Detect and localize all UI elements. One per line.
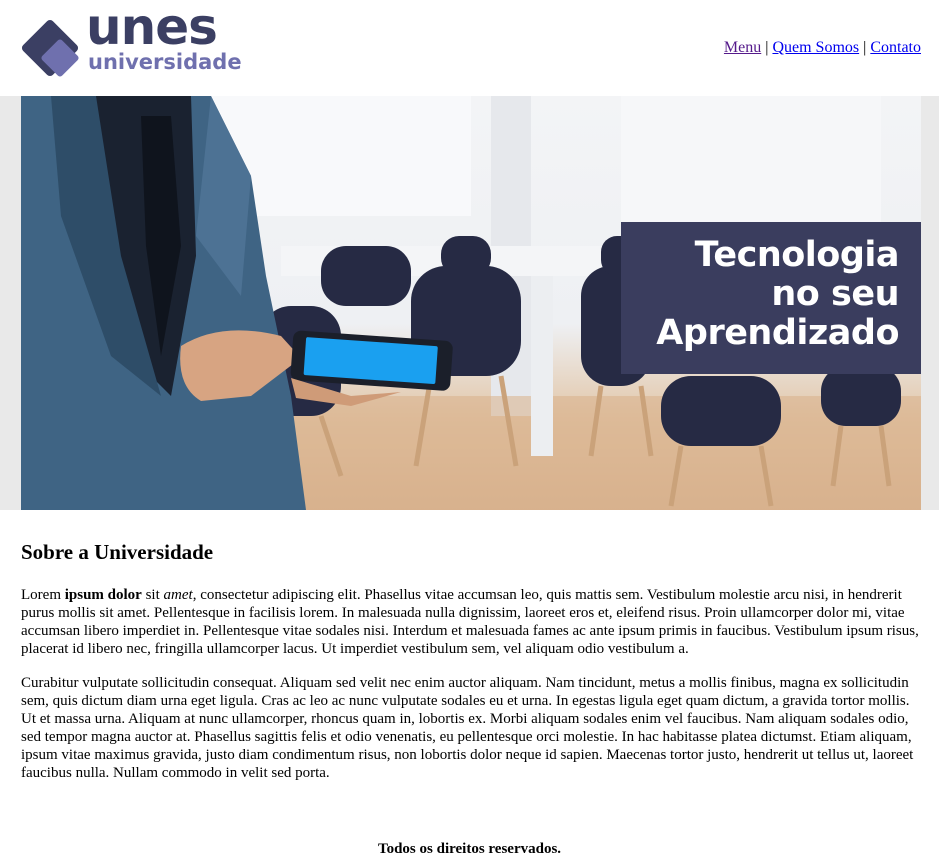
nav-link-menu[interactable]: Menu (724, 39, 761, 56)
bold-text: ipsum dolor (64, 587, 142, 603)
text-run: sit (141, 587, 164, 603)
paragraph-2: Curabitur vulputate sollicitudin consequ… (21, 675, 914, 781)
hero-banner: Tecnologia no seu Aprendizado (621, 222, 921, 374)
main-content: Sobre a Universidade Lorem ipsum dolor s… (21, 538, 919, 798)
logo-word-universidade: universidade (88, 50, 242, 74)
banner-line: no seu (771, 274, 899, 314)
banner-line: Tecnologia (694, 235, 900, 275)
site-footer: Todos os direitos reservados. (377, 841, 562, 857)
top-nav: Menu | Quem Somos | Contato (724, 39, 921, 57)
nav-link-quem-somos[interactable]: Quem Somos (772, 39, 859, 56)
hero-section: Tecnologia no seu Aprendizado (0, 96, 939, 510)
hero-image: Tecnologia no seu Aprendizado (21, 96, 921, 510)
nav-separator: | (765, 39, 769, 56)
hero-banner-text: Tecnologia no seu Aprendizado (656, 236, 899, 353)
text-run: Lorem (21, 587, 65, 603)
italic-text: amet (163, 587, 193, 603)
site-header: unes universidade Menu | Quem Somos | Co… (0, 0, 939, 96)
page-title: Sobre a Universidade (21, 540, 214, 564)
nav-separator: | (863, 39, 867, 56)
paragraph-1: Lorem ipsum dolor sit amet, consectetur … (21, 586, 919, 658)
logo-word-unes: unes (86, 0, 218, 56)
nav-link-contato[interactable]: Contato (870, 39, 921, 56)
banner-line: Aprendizado (656, 313, 899, 353)
unes-logo[interactable]: unes universidade (20, 2, 242, 80)
logo-diamond-icon (21, 19, 79, 77)
